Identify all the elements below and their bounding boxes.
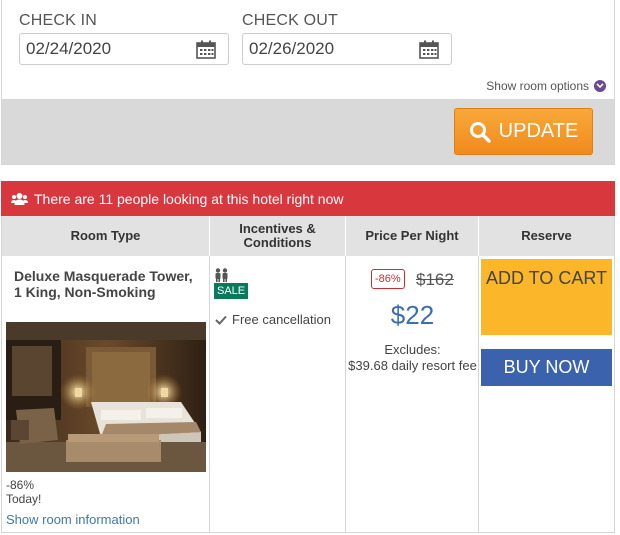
calendar-icon[interactable] (419, 40, 439, 59)
check-out-block: CHECK OUT 02/26/2020 (242, 12, 452, 65)
alert-text: There are 11 people looking at this hote… (34, 190, 344, 207)
show-room-information-link[interactable]: Show room information (6, 512, 140, 527)
free-cancellation-label: Free cancellation (232, 312, 331, 327)
check-out-label: CHECK OUT (242, 12, 339, 29)
buy-now-button[interactable]: BUY NOW (481, 349, 612, 386)
excludes-note: Excludes: $39.68 daily resort fee (346, 342, 479, 374)
header-room-type: Room Type (2, 216, 210, 256)
free-cancellation: Free cancellation (215, 312, 331, 327)
excludes-label: Excludes: (384, 342, 441, 357)
check-out-field[interactable]: 02/26/2020 (242, 33, 452, 65)
table-header: Room Type Incentives & Conditions Price … (2, 216, 614, 256)
header-incentives: Incentives & Conditions (210, 216, 346, 256)
room-discount-percent: -86% (6, 478, 35, 492)
check-in-label: CHECK IN (19, 12, 98, 29)
add-to-cart-button[interactable]: ADD TO CART (481, 259, 612, 335)
search-panel: CHECK IN 02/24/2020 CHECK OUT 02/26/2020 (1, 0, 615, 165)
new-price: $22 (390, 300, 435, 330)
check-in-field[interactable]: 02/24/2020 (19, 33, 229, 65)
room-discount-today: Today! (6, 492, 42, 506)
price-cell: -86% $162 $22 Excludes: $39.68 daily res… (346, 256, 479, 532)
check-in-value: 02/24/2020 (26, 39, 112, 58)
update-button[interactable]: UPDATE (454, 108, 593, 155)
guests-icon (215, 268, 228, 282)
search-icon (469, 121, 491, 143)
sale-badge: SALE (214, 283, 249, 299)
header-price: Price Per Night (346, 216, 479, 256)
table-row: Deluxe Masquerade Tower, 1 King, Non-Smo… (2, 256, 614, 532)
update-label: UPDATE (498, 120, 579, 142)
room-name: Deluxe Masquerade Tower, 1 King, Non-Smo… (14, 268, 193, 300)
resort-fee: $39.68 daily resort fee (348, 358, 477, 373)
check-in-block: CHECK IN 02/24/2020 (19, 12, 229, 65)
check-out-value: 02/26/2020 (249, 39, 335, 58)
users-icon (11, 192, 28, 205)
old-price: $162 (416, 270, 454, 289)
calendar-icon[interactable] (196, 40, 216, 59)
room-discount: -86% Today! (6, 478, 41, 506)
header-reserve: Reserve (521, 228, 572, 243)
room-options-label: Show room options (486, 79, 589, 93)
chevron-down-icon (594, 80, 606, 92)
update-bar: UPDATE (2, 99, 614, 164)
discount-badge: -86% (371, 269, 405, 289)
viewers-alert: There are 11 people looking at this hote… (1, 181, 615, 216)
rooms-table: Room Type Incentives & Conditions Price … (1, 216, 615, 533)
show-room-options-link[interactable]: Show room options (486, 79, 606, 93)
check-icon (215, 315, 227, 325)
room-type-cell: Deluxe Masquerade Tower, 1 King, Non-Smo… (2, 256, 210, 532)
room-photo[interactable] (6, 322, 206, 472)
incentives-cell: SALE Free cancellation (210, 256, 346, 532)
reserve-cell: ADD TO CART BUY NOW (479, 256, 614, 532)
